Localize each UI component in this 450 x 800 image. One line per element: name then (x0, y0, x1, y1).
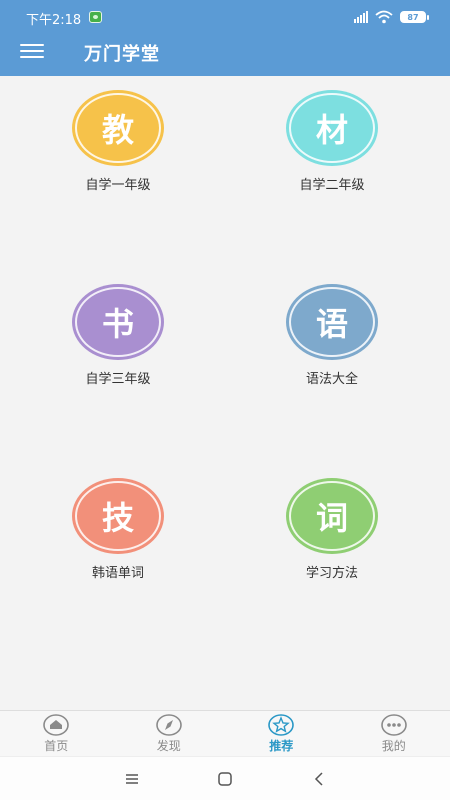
tile-vocabulary[interactable]: 技 韩语单词 (28, 478, 208, 581)
back-button[interactable] (309, 769, 329, 789)
tile-glyph: 书 (101, 305, 134, 343)
tab-label: 我的 (381, 739, 406, 753)
bottom-tab-bar: 首页 发现 推荐 我的 (0, 710, 450, 756)
tile-label: 韩语单词 (91, 566, 144, 581)
tile-label: 语法大全 (305, 372, 358, 387)
star-icon (268, 714, 295, 736)
menu-icon (126, 774, 138, 784)
tab-mine[interactable]: 我的 (338, 711, 450, 756)
tile-label: 学习方法 (305, 566, 358, 581)
category-grid: 教 自学一年级 材 自学二年级 书 自学三年级 语 语法大全 技 韩语单词 词 … (0, 76, 450, 710)
tile-icon-jiao: 教 (72, 90, 164, 166)
tile-icon-cai: 材 (286, 90, 378, 166)
tile-glyph: 材 (315, 111, 348, 149)
status-indicators: 87 (354, 9, 429, 25)
tab-label: 推荐 (269, 739, 294, 753)
tile-icon-yu: 语 (286, 284, 378, 360)
tile-grade-three[interactable]: 书 自学三年级 (28, 284, 208, 387)
recents-button[interactable] (122, 769, 142, 789)
status-time: 下午2:18 (26, 13, 82, 28)
back-icon (314, 772, 323, 786)
tile-grade-one[interactable]: 教 自学一年级 (28, 90, 208, 193)
tile-icon-ji: 技 (72, 478, 164, 554)
status-bar: 下午2:18 87 (0, 0, 450, 34)
tab-home[interactable]: 首页 (0, 711, 113, 756)
home-nav-button[interactable] (215, 769, 235, 789)
tile-glyph: 语 (315, 305, 348, 343)
wifi-icon (375, 10, 393, 24)
tile-glyph: 技 (101, 499, 134, 537)
tile-label: 自学三年级 (85, 372, 151, 387)
tile-glyph: 词 (315, 499, 348, 537)
app-header: 下午2:18 87 万门学堂 (0, 0, 450, 76)
home-square-icon (218, 772, 232, 786)
notification-icon (89, 11, 102, 23)
compass-icon (155, 714, 182, 736)
home-icon (43, 714, 70, 736)
battery-icon: 87 (400, 11, 429, 23)
signal-icon (354, 11, 368, 23)
page-title: 万门学堂 (84, 44, 160, 65)
tile-label: 自学一年级 (85, 178, 151, 193)
tile-grade-two[interactable]: 材 自学二年级 (242, 90, 422, 193)
tile-icon-ci: 词 (286, 478, 378, 554)
tab-discover[interactable]: 发现 (113, 711, 226, 756)
tab-recommend[interactable]: 推荐 (225, 711, 338, 756)
tile-glyph: 教 (101, 111, 134, 149)
tile-label: 自学二年级 (299, 178, 365, 193)
menu-button[interactable] (20, 42, 44, 60)
tile-study-methods[interactable]: 词 学习方法 (242, 478, 422, 581)
more-icon (380, 714, 407, 736)
system-nav-bar (0, 756, 450, 800)
tab-label: 首页 (44, 739, 69, 753)
tile-grammar[interactable]: 语 语法大全 (242, 284, 422, 387)
tile-icon-shu: 书 (72, 284, 164, 360)
tab-label: 发现 (156, 739, 181, 753)
